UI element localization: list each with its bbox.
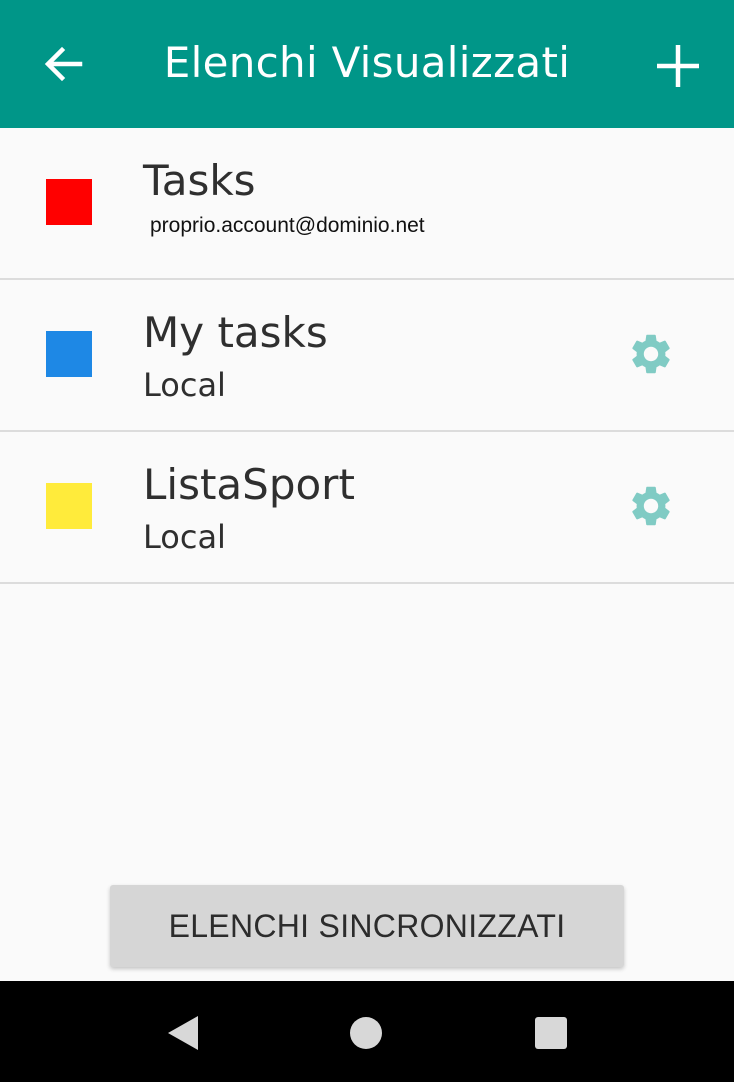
- nav-home-button[interactable]: [346, 1013, 386, 1053]
- color-swatch: [46, 179, 92, 225]
- system-nav-bar: [0, 981, 734, 1082]
- list-account: proprio.account@dominio.net: [150, 214, 425, 237]
- list-name: ListaSport: [143, 460, 355, 509]
- list-item[interactable]: My tasks Local: [0, 280, 734, 432]
- page-title: Elenchi Visualizzati: [163, 38, 571, 87]
- app-bar: Elenchi Visualizzati: [0, 0, 734, 128]
- list-settings-button[interactable]: [626, 481, 676, 531]
- list-account: Local: [143, 366, 226, 404]
- synced-lists-button[interactable]: ELENCHI SINCRONIZZATI: [110, 885, 624, 967]
- nav-back-button[interactable]: [162, 1013, 202, 1053]
- square-recents-icon: [535, 1017, 567, 1049]
- list-item[interactable]: Tasks proprio.account@dominio.net: [0, 128, 734, 280]
- list-name: My tasks: [143, 308, 328, 357]
- circle-home-icon: [350, 1017, 382, 1049]
- list-item[interactable]: ListaSport Local: [0, 432, 734, 584]
- add-list-button[interactable]: [652, 40, 704, 92]
- screen: Elenchi Visualizzati Tasks proprio.accou…: [0, 0, 734, 1082]
- list-name: Tasks: [143, 156, 256, 205]
- plus-icon: [657, 45, 699, 87]
- nav-recents-button[interactable]: [531, 1013, 571, 1053]
- gear-icon: [632, 334, 670, 374]
- list-settings-button[interactable]: [626, 329, 676, 379]
- triangle-back-icon: [168, 1016, 198, 1050]
- gear-icon: [632, 486, 670, 526]
- color-swatch: [46, 331, 92, 377]
- list-container: Tasks proprio.account@dominio.net My tas…: [0, 128, 734, 584]
- color-swatch: [46, 483, 92, 529]
- list-account: Local: [143, 518, 226, 556]
